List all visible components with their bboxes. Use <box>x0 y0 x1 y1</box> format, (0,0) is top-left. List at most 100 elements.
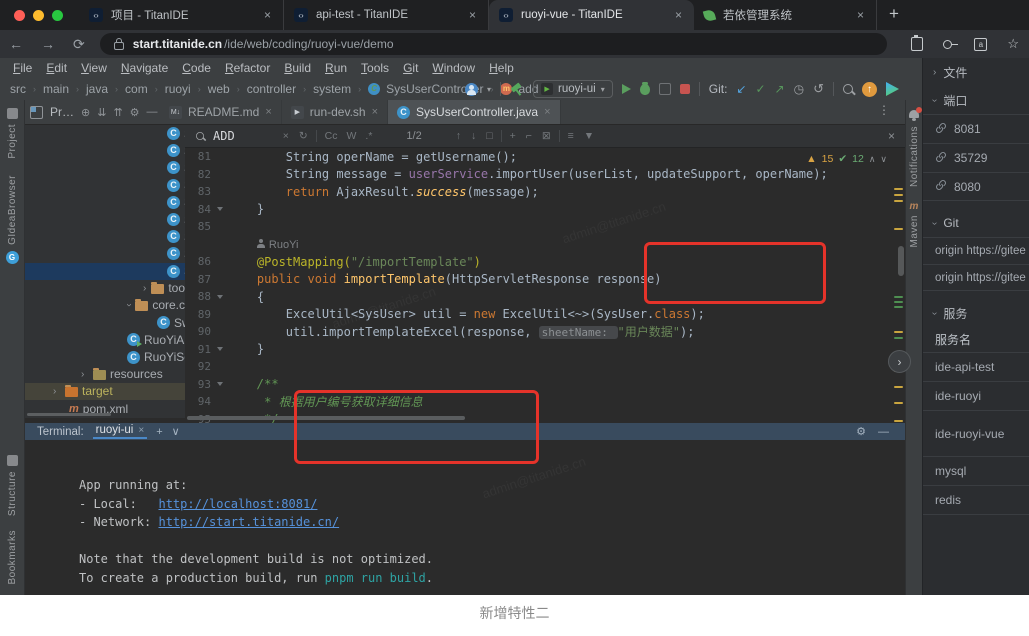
fold-icon[interactable] <box>211 347 228 351</box>
editor-tab[interactable]: ▶run-dev.sh× <box>282 100 388 124</box>
locate-file-icon[interactable]: ⊕ <box>81 106 90 119</box>
fold-icon[interactable] <box>211 295 228 299</box>
tool-label-notifications[interactable]: Notifications <box>909 126 920 187</box>
tree-item[interactable]: CS <box>25 142 185 159</box>
next-issue-icon[interactable]: ∨ <box>880 154 887 165</box>
breadcrumb-item[interactable]: controller <box>247 82 296 96</box>
gear-icon[interactable]: ⚙ <box>130 106 140 119</box>
section-services[interactable]: › 服务 <box>923 299 1029 327</box>
find-option-icon[interactable]: ⊠ <box>542 130 551 142</box>
find-option-icon[interactable]: ▼ <box>584 130 594 142</box>
prev-issue-icon[interactable]: ∧ <box>869 154 876 165</box>
menu-edit[interactable]: Edit <box>39 61 74 75</box>
rollback-icon[interactable]: ↺ <box>813 81 824 97</box>
find-option-icon[interactable]: Cc <box>325 130 338 142</box>
close-icon[interactable]: × <box>138 425 144 436</box>
update-notification-icon[interactable]: ↑ <box>862 82 877 97</box>
tree-item[interactable]: CS <box>25 125 185 142</box>
close-icon[interactable]: × <box>467 8 478 22</box>
close-window-button[interactable] <box>14 10 25 21</box>
git-remote-item[interactable]: origin https://gitee <box>923 264 1029 291</box>
tree-item[interactable]: ›too <box>25 280 185 297</box>
menu-navigate[interactable]: Navigate <box>114 61 175 75</box>
vertical-scrollbar[interactable] <box>898 246 904 276</box>
chevron-icon[interactable]: › <box>124 303 135 307</box>
user-avatar[interactable] <box>465 83 478 96</box>
more-options-icon[interactable]: ⋮ <box>878 103 890 117</box>
expand-panel-arrow[interactable]: › <box>888 350 911 373</box>
service-item[interactable]: ide-ruoyi-vue <box>923 411 1029 457</box>
reload-icon[interactable]: ⟳ <box>73 30 85 58</box>
menu-file[interactable]: File <box>6 61 39 75</box>
find-option-icon[interactable]: + <box>510 130 516 142</box>
tree-item[interactable]: CS <box>25 194 185 211</box>
maximize-window-button[interactable] <box>52 10 63 21</box>
section-files[interactable]: › 文件 <box>923 58 1029 86</box>
section-git[interactable]: › Git <box>923 209 1029 237</box>
minimize-panel-icon[interactable]: — <box>878 426 889 438</box>
fold-icon[interactable] <box>211 382 228 386</box>
close-icon[interactable]: × <box>544 106 550 118</box>
clipboard-icon[interactable] <box>911 37 923 51</box>
section-ports[interactable]: › 端口 <box>923 86 1029 114</box>
breadcrumb-item[interactable]: main <box>43 82 69 96</box>
find-option-icon[interactable]: ≡ <box>568 130 574 142</box>
tree-item[interactable]: CRuoYiApp <box>25 331 185 348</box>
titan-assistant-icon[interactable] <box>886 82 899 96</box>
menu-build[interactable]: Build <box>277 61 318 75</box>
project-tool-icon[interactable] <box>7 108 18 119</box>
stop-button[interactable] <box>680 84 690 94</box>
new-terminal-icon[interactable]: + <box>156 426 162 438</box>
menu-code[interactable]: Code <box>175 61 218 75</box>
debug-bug-icon[interactable] <box>640 84 650 95</box>
close-icon[interactable]: × <box>265 106 271 118</box>
translate-icon[interactable]: a <box>974 38 987 51</box>
tree-item[interactable]: ›core.c <box>25 297 185 314</box>
address-bar[interactable]: start.titanide.cn /ide/web/coding/ruoyi-… <box>100 33 888 55</box>
fold-icon[interactable] <box>211 207 228 211</box>
hide-panel-icon[interactable]: — <box>147 106 158 118</box>
breadcrumb-item[interactable]: com <box>125 82 148 96</box>
terminal-link[interactable]: http://localhost:8081/ <box>158 497 317 511</box>
chevron-down-icon[interactable]: ∨ <box>172 425 180 438</box>
tool-label-bookmarks[interactable]: Bookmarks <box>7 530 18 585</box>
coverage-icon[interactable] <box>659 83 671 95</box>
tool-label-maven[interactable]: Maven <box>909 215 920 248</box>
tree-item[interactable]: CS <box>25 228 185 245</box>
back-icon[interactable]: ← <box>9 30 23 58</box>
service-item[interactable]: mysql <box>923 457 1029 486</box>
browser-tab[interactable]: 若依管理系统× <box>694 0 877 30</box>
notifications-bell-icon[interactable] <box>909 110 919 118</box>
tool-label-project[interactable]: Project <box>7 124 18 159</box>
tree-item[interactable]: CSwa <box>25 314 185 331</box>
breadcrumb-item[interactable]: system <box>313 82 351 96</box>
tool-label-gideabrowser[interactable]: GIdeaBrowser <box>7 175 18 245</box>
chevron-icon[interactable]: › <box>81 369 89 380</box>
close-icon[interactable]: × <box>262 8 273 22</box>
git-commit-check-icon[interactable]: ✓ <box>755 82 765 96</box>
collapse-all-icon[interactable]: ⇈ <box>113 106 122 119</box>
menu-refactor[interactable]: Refactor <box>218 61 277 75</box>
close-icon[interactable]: × <box>372 106 378 118</box>
minimize-window-button[interactable] <box>33 10 44 21</box>
menu-window[interactable]: Window <box>425 61 482 75</box>
menu-tools[interactable]: Tools <box>354 61 396 75</box>
find-option-icon[interactable]: □ <box>486 130 492 142</box>
history-clock-icon[interactable]: ◷ <box>794 82 804 96</box>
find-option-icon[interactable]: ↑ <box>456 130 461 142</box>
tree-item[interactable]: ›target <box>25 383 185 400</box>
git-push-icon[interactable]: ↗ <box>775 82 785 96</box>
breadcrumb-item[interactable]: java <box>86 82 108 96</box>
tree-item[interactable]: CS <box>25 177 185 194</box>
editor-tab[interactable]: M↓README.md× <box>160 100 282 124</box>
find-option-icon[interactable]: .* <box>365 130 372 142</box>
find-query[interactable]: ADD <box>213 129 235 143</box>
breadcrumb-item[interactable]: web <box>208 82 230 96</box>
password-key-icon[interactable] <box>943 40 952 49</box>
run-button[interactable] <box>622 84 631 94</box>
chevron-icon[interactable]: › <box>143 283 147 294</box>
service-item[interactable]: redis <box>923 486 1029 515</box>
find-option-icon[interactable]: × <box>283 130 289 142</box>
find-option-icon[interactable]: ⌐ <box>526 130 532 142</box>
port-item[interactable]: 8080 <box>923 172 1029 201</box>
